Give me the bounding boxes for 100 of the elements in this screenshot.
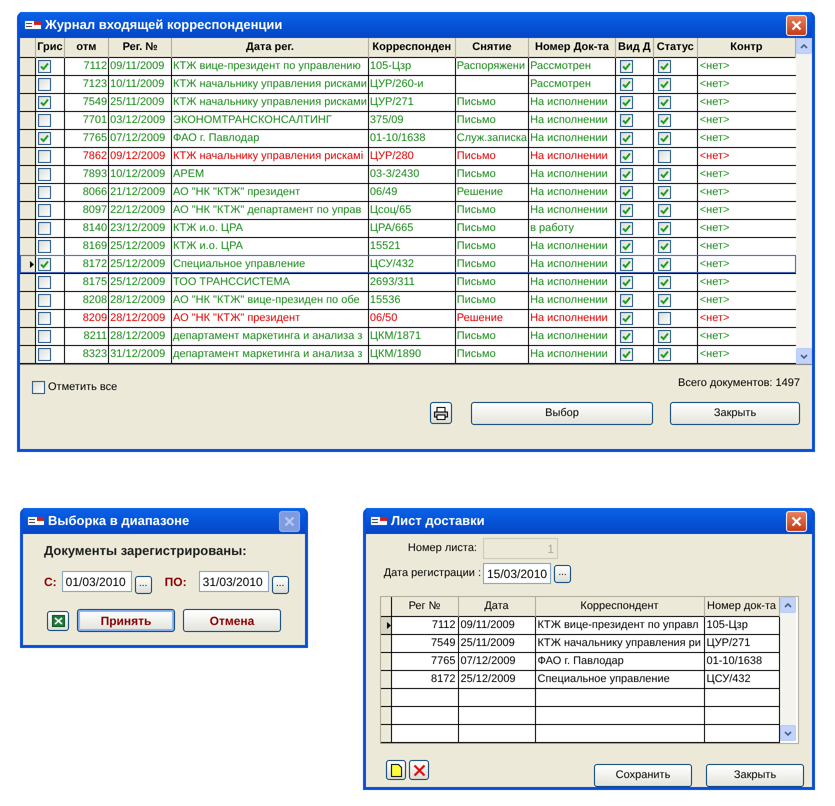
table-row[interactable]: 7549 25/11/2009 КТЖ начальнику управления рисками ЦУР/271 Письмо На исполнении <нет> <box>20 93 796 112</box>
table-row[interactable]: 8140 23/12/2009 КТЖ и.о. ЦРА ЦРА/665 Письмо в работу <нет> <box>20 219 796 238</box>
checkbox[interactable] <box>38 114 52 127</box>
checkbox[interactable] <box>620 204 633 217</box>
checkbox[interactable] <box>620 60 633 72</box>
column-header[interactable]: Корреспондент <box>535 597 704 616</box>
checkbox[interactable] <box>38 222 52 235</box>
row-header[interactable] <box>381 616 391 634</box>
new-button[interactable] <box>386 760 406 780</box>
date-picker-button[interactable]: ... <box>272 576 289 594</box>
checkbox[interactable] <box>38 186 52 199</box>
table-row[interactable]: 8097 22/12/2009 АО "НК "КТЖ" департамент по управ Цсоц/65 Письмо На исполнении <нет> <box>20 201 796 220</box>
checkbox[interactable] <box>620 78 633 91</box>
scrollbar[interactable] <box>780 597 796 741</box>
table-row[interactable]: 8211 28/12/2009 департамент маркетинга и анализа з ЦКМ/1871 Письмо На исполнении <нет> <box>20 327 796 346</box>
table-row[interactable]: 7765 07/12/2009 ФАО г. Павлодар 01-10/1638 Служ.записка На исполнении <нет> <box>20 129 796 148</box>
checkbox[interactable] <box>658 222 671 235</box>
cancel-button[interactable]: Отмена <box>183 609 281 632</box>
table-row[interactable]: 8323 31/12/2009 департамент маркетинга и анализа з ЦКМ/1890 Письмо На исполнении <нет> <box>20 345 796 364</box>
checkbox[interactable] <box>658 186 671 199</box>
table-row[interactable]: 8209 28/12/2009 АО "НК "КТЖ" президент 06/50 Решение На исполнении <нет> <box>20 309 796 328</box>
checkbox[interactable] <box>38 294 52 307</box>
checkbox[interactable] <box>620 186 633 199</box>
checkbox[interactable] <box>658 132 671 145</box>
checkbox[interactable] <box>32 380 45 394</box>
checkbox[interactable] <box>620 150 633 163</box>
table-row[interactable]: 7701 03/12/2009 ЭКОНОМТРАНСКОНСАЛТИНГ 375/09 Письмо На исполнении <нет> <box>20 111 796 130</box>
table-row[interactable]: 8208 28/12/2009 АО "НК "КТЖ" вице-президен по обе 15536 Письмо На исполнении <нет> <box>20 291 796 310</box>
checkbox[interactable] <box>38 204 52 217</box>
checkbox[interactable] <box>658 114 671 127</box>
checkbox[interactable] <box>38 258 52 271</box>
checkbox[interactable] <box>38 132 52 145</box>
checkbox[interactable] <box>658 258 671 271</box>
save-button[interactable]: Сохранить <box>594 764 692 786</box>
checkbox[interactable] <box>658 168 671 181</box>
checkbox[interactable] <box>38 276 52 289</box>
checkbox[interactable] <box>38 240 52 253</box>
column-header[interactable]: Грис <box>36 38 64 57</box>
column-header[interactable]: Вид Д <box>615 38 654 57</box>
checkbox[interactable] <box>658 204 671 217</box>
table-row[interactable]: 8169 25/12/2009 КТЖ и.о. ЦРА 15521 Письмо На исполнении <нет> <box>20 237 796 256</box>
table-row[interactable]: 8172 25/12/2009 Специальное управление ЦСУ/432 Письмо На исполнении <нет> <box>20 255 796 274</box>
date-picker-button[interactable]: ... <box>554 565 571 584</box>
column-header[interactable]: Корреспонден <box>368 38 456 57</box>
registration-date-field[interactable]: 15/03/2010 <box>483 563 551 584</box>
row-header[interactable] <box>381 652 391 670</box>
select-button[interactable]: Выбор <box>471 402 653 424</box>
checkbox[interactable] <box>658 294 671 307</box>
table-row[interactable]: 8175 25/12/2009 ТОО ТРАНССИСТЕМА 2693/311 Письмо На исполнении <нет> <box>20 273 796 292</box>
checkbox[interactable] <box>620 276 633 289</box>
checkbox[interactable] <box>658 330 671 343</box>
checkbox[interactable] <box>620 96 633 109</box>
checkbox[interactable] <box>658 150 671 163</box>
checkbox[interactable] <box>658 240 671 253</box>
row-header[interactable] <box>381 670 391 688</box>
column-header[interactable]: Рег. № <box>108 38 172 57</box>
checkbox[interactable] <box>620 330 633 343</box>
column-header[interactable]: Дата рег. <box>172 38 368 57</box>
from-date-field[interactable]: 01/03/2010 <box>62 571 132 592</box>
checkbox[interactable] <box>38 312 52 325</box>
print-button[interactable] <box>430 402 452 424</box>
to-date-field[interactable]: 31/03/2010 <box>198 571 269 592</box>
delete-button[interactable] <box>409 760 429 780</box>
checkbox[interactable] <box>38 96 52 109</box>
select-all-label[interactable]: Отметить все <box>48 379 118 396</box>
column-header[interactable]: Дата <box>458 597 535 616</box>
checkbox[interactable] <box>658 96 671 109</box>
table-row[interactable]: 7862 09/12/2009 КТЖ начальнику управления рискамі ЦУР/280 Письмо На исполнении <нет> <box>20 147 796 166</box>
column-header[interactable]: Статус <box>653 38 698 57</box>
scrollbar[interactable] <box>796 38 812 364</box>
checkbox[interactable] <box>620 240 633 253</box>
checkbox[interactable] <box>658 312 671 325</box>
checkbox[interactable] <box>38 348 52 361</box>
checkbox[interactable] <box>620 132 633 145</box>
checkbox[interactable] <box>38 330 52 343</box>
checkbox[interactable] <box>658 276 671 289</box>
close-window-button[interactable]: Закрыть <box>670 402 800 424</box>
column-header[interactable]: Рег № <box>391 597 458 616</box>
table-row[interactable]: 7893 10/12/2009 АРЕМ 03-3/2430 Письмо На исполнении <нет> <box>20 165 796 184</box>
table-row[interactable]: 7112 09/11/2009 КТЖ вице-президент по управлению 105-Цзр Распоряжени Рассмотрен <нет> <box>20 57 796 76</box>
checkbox[interactable] <box>620 348 633 361</box>
column-header[interactable]: отм <box>64 38 109 57</box>
excel-export-button[interactable] <box>47 610 69 630</box>
accept-button[interactable]: Принять <box>77 609 175 632</box>
checkbox[interactable] <box>620 168 633 181</box>
checkbox[interactable] <box>38 60 52 72</box>
close-button[interactable] <box>279 510 300 532</box>
checkbox[interactable] <box>658 60 671 72</box>
checkbox[interactable] <box>620 114 633 127</box>
close-dialog-button[interactable]: Закрыть <box>706 764 804 786</box>
table-row[interactable]: 7123 10/11/2009 КТЖ начальнику управления рисками ЦУР/260-и Рассмотрен <нет> <box>20 75 796 94</box>
column-header[interactable]: Номер док-та <box>704 597 779 616</box>
checkbox[interactable] <box>658 78 671 91</box>
checkbox[interactable] <box>38 168 52 181</box>
row-header[interactable] <box>381 634 391 652</box>
column-header[interactable]: Номер Док-та <box>528 38 616 57</box>
checkbox[interactable] <box>38 78 52 91</box>
checkbox[interactable] <box>620 222 633 235</box>
date-picker-button[interactable]: ... <box>134 576 152 594</box>
table-row[interactable]: 8066 21/12/2009 АО "НК "КТЖ" президент 06/49 Решение На исполнении <нет> <box>20 183 796 202</box>
